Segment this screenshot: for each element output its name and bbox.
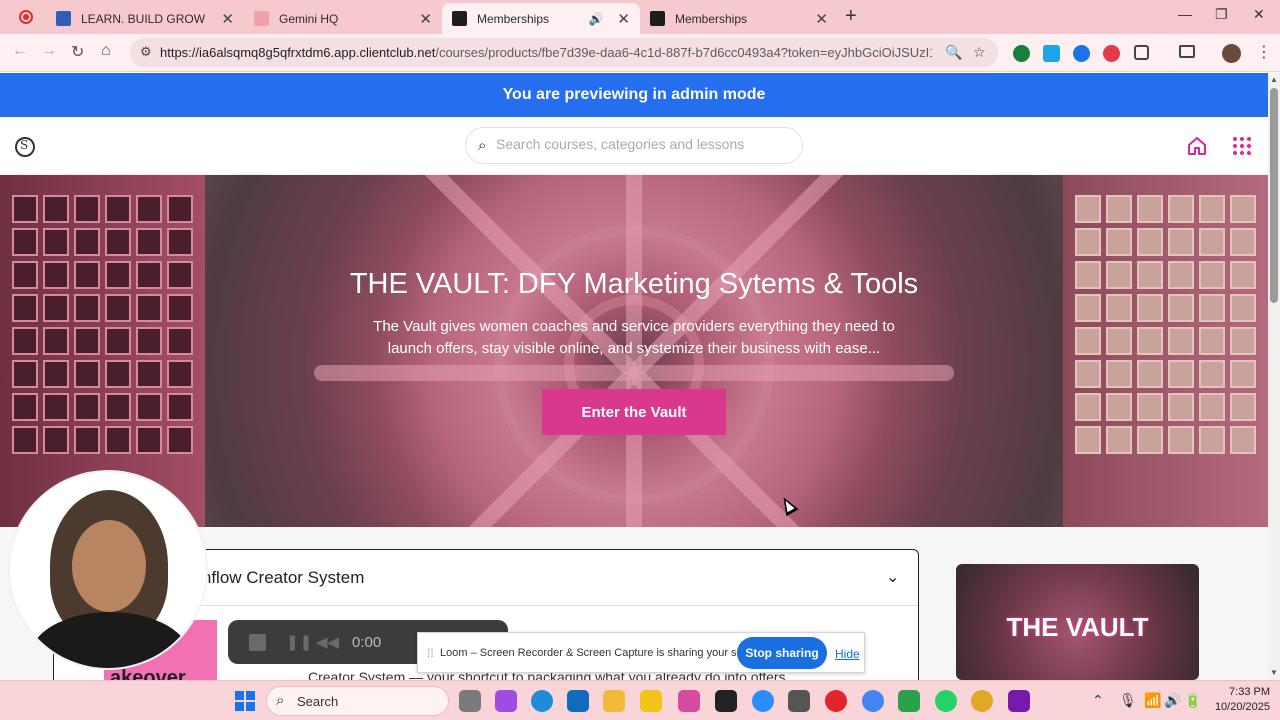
speaker-icon[interactable]: 🔊	[588, 12, 603, 26]
course-cover-title: THE VAULT	[1006, 612, 1149, 642]
site-header: ⌕	[0, 117, 1268, 175]
scroll-up-arrow-icon[interactable]: ▲	[1270, 75, 1278, 84]
forward-button[interactable]: →	[41, 42, 57, 60]
microsoft-365-icon[interactable]	[678, 690, 700, 712]
hero-title: THE VAULT: DFY Marketing Sytems & Tools	[349, 268, 919, 300]
search-icon: ⌕	[276, 692, 285, 709]
whatsapp-icon[interactable]	[935, 690, 957, 712]
search-input[interactable]	[496, 136, 786, 152]
windows-taskbar: ⌕ Search ⌃ 🎙 📶 🔊 🔋 7:33 PM 10/20/2025	[0, 680, 1280, 720]
site-icon	[650, 11, 665, 26]
hero-subtitle: The Vault gives women coaches and servic…	[373, 318, 895, 357]
volume-icon[interactable]: 🔊	[1164, 692, 1181, 709]
pause-icon[interactable]: ❚❚	[286, 633, 313, 651]
wifi-icon[interactable]: 📶	[1144, 692, 1161, 709]
gemini-icon	[254, 11, 269, 26]
tab-learn-build-grow[interactable]: LEARN. BUILD GROW ✕	[46, 3, 244, 34]
copilot-icon[interactable]	[495, 690, 517, 712]
sticky-notes-icon[interactable]	[640, 690, 662, 712]
tab-gemini-hq[interactable]: Gemini HQ ✕	[244, 3, 442, 34]
address-bar[interactable]: ⚙ https://ia6alsqmq8g5qfrxtdm6.app.clien…	[130, 38, 998, 67]
site-icon	[452, 11, 467, 26]
taskbar-clock[interactable]: 7:33 PM 10/20/2025	[1210, 685, 1270, 715]
youtube-icon[interactable]	[825, 690, 847, 712]
vault-spoke	[634, 365, 954, 381]
loom-camera-bubble[interactable]	[8, 470, 208, 670]
hero-banner: THE VAULT: DFY Marketing Sytems & Tools …	[0, 175, 1268, 527]
course-cover-image: THE VAULT	[956, 564, 1199, 680]
stop-recording-icon[interactable]	[249, 634, 266, 651]
chrome-icon[interactable]	[862, 690, 884, 712]
bookmark-star-icon[interactable]: ☆	[973, 44, 986, 61]
minimize-button[interactable]: —	[1178, 6, 1192, 22]
outlook-icon[interactable]	[567, 690, 589, 712]
windows-start-icon[interactable]	[235, 691, 255, 711]
green-app-icon[interactable]	[898, 690, 920, 712]
url-text[interactable]: https://ia6alsqmq8g5qfrxtdm6.app.clientc…	[160, 45, 932, 60]
screen-sharing-bar: ⁞⁞ Loom – Screen Recorder & Screen Captu…	[417, 632, 865, 673]
capcut-icon[interactable]	[715, 690, 737, 712]
back-button[interactable]: ←	[12, 42, 28, 60]
reload-button[interactable]: ↻	[71, 42, 84, 62]
recording-timer: 0:00	[352, 634, 382, 651]
scrollbar-thumb[interactable]	[1270, 88, 1278, 303]
page-scrollbar[interactable]: ▲ ▼	[1268, 73, 1280, 680]
close-window-button[interactable]: ✕	[1253, 6, 1265, 23]
camera-person-face	[72, 520, 146, 612]
hide-link[interactable]: Hide	[835, 647, 860, 661]
site-logo[interactable]	[15, 137, 35, 157]
enter-vault-button[interactable]: Enter the Vault	[542, 389, 726, 435]
site-info-icon[interactable]: ⚙	[140, 44, 152, 60]
vault-spoke	[314, 365, 634, 381]
tab-memberships[interactable]: Memberships ✕	[640, 3, 838, 34]
apps-grid-icon[interactable]	[1233, 137, 1251, 155]
recording-icon	[19, 10, 33, 24]
browser-toolbar: ← → ↻ ⌂ ⚙ https://ia6alsqmq8g5qfrxtdm6.a…	[0, 34, 1280, 72]
restore-button[interactable]: ❐	[1215, 6, 1228, 23]
home-icon[interactable]	[1187, 136, 1207, 156]
extension-red-icon[interactable]	[1103, 45, 1120, 62]
extensions-puzzle-icon[interactable]	[1134, 45, 1149, 60]
browser-menu-icon[interactable]: ⋮	[1256, 42, 1272, 62]
home-button[interactable]: ⌂	[101, 42, 111, 60]
sharing-message: Loom – Screen Recorder & Screen Capture …	[440, 647, 768, 659]
close-tab-icon[interactable]: ✕	[617, 10, 630, 28]
task-view-icon[interactable]	[459, 690, 481, 712]
admin-preview-banner: You are previewing in admin mode	[0, 73, 1268, 117]
slack-icon[interactable]	[971, 690, 993, 712]
new-tab-button[interactable]: +	[845, 5, 857, 28]
drag-handle-icon[interactable]: ⁞⁞	[427, 646, 434, 660]
taskbar-search[interactable]: ⌕ Search	[266, 686, 449, 716]
microphone-icon[interactable]: 🎙	[1119, 692, 1137, 709]
hero-shelf-right	[1063, 175, 1268, 527]
search-icon: ⌕	[478, 137, 487, 154]
edge-icon[interactable]	[531, 690, 553, 712]
battery-icon[interactable]: 🔋	[1184, 692, 1201, 709]
grammarly-extension-icon[interactable]	[1013, 45, 1030, 62]
chevron-down-icon[interactable]: ⌄	[886, 567, 899, 587]
profile-avatar[interactable]	[1222, 44, 1241, 63]
onenote-icon[interactable]	[1008, 690, 1030, 712]
extension-blue-icon[interactable]	[1073, 45, 1090, 62]
show-hidden-icons-icon[interactable]: ⌃	[1092, 692, 1104, 709]
tab-memberships-active[interactable]: Memberships 🔊 ✕	[442, 3, 640, 34]
restart-icon[interactable]: ◀◀	[316, 633, 339, 651]
tab-search-icon[interactable]	[1179, 45, 1195, 58]
calculator-icon[interactable]	[788, 690, 810, 712]
browser-tab-strip: LEARN. BUILD GROW ✕ Gemini HQ ✕ Membersh…	[0, 0, 1280, 34]
stop-sharing-button[interactable]: Stop sharing	[737, 637, 827, 669]
close-tab-icon[interactable]: ✕	[419, 10, 432, 28]
vimeo-extension-icon[interactable]	[1043, 45, 1060, 62]
calendar-icon	[56, 11, 71, 26]
camera-person-body	[30, 612, 190, 668]
scroll-down-arrow-icon[interactable]: ▼	[1270, 668, 1278, 677]
course-search[interactable]: ⌕	[465, 127, 803, 164]
zoom-app-icon[interactable]	[752, 690, 774, 712]
file-explorer-icon[interactable]	[603, 690, 625, 712]
close-tab-icon[interactable]: ✕	[221, 10, 234, 28]
close-tab-icon[interactable]: ✕	[815, 10, 828, 28]
zoom-icon[interactable]: 🔍	[945, 44, 962, 61]
